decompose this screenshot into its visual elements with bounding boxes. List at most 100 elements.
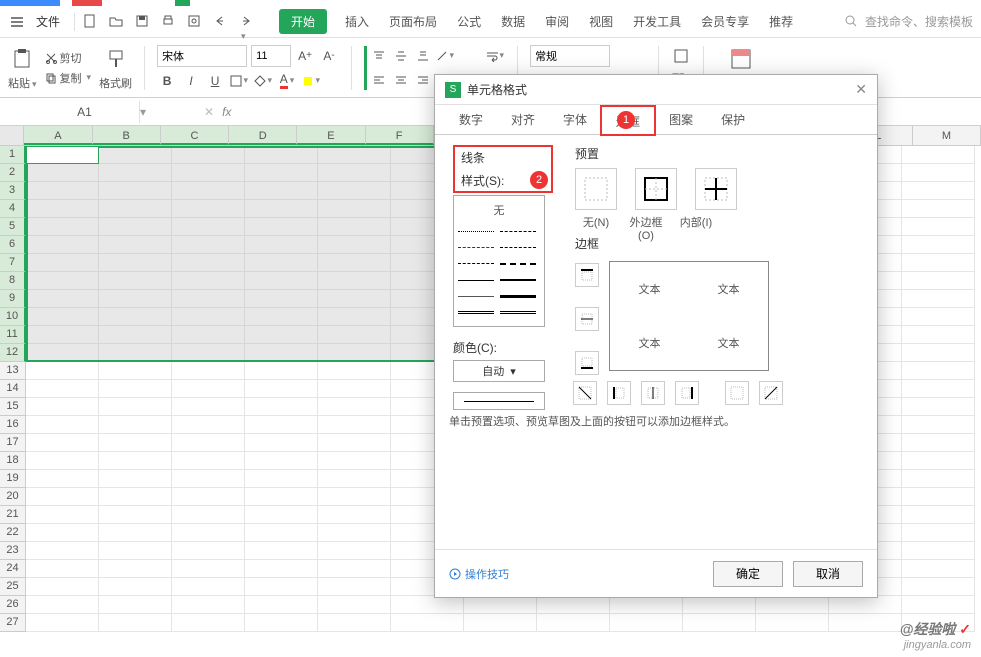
cell[interactable] [245,254,318,272]
cell[interactable] [172,344,245,362]
cell[interactable] [172,146,245,164]
cell[interactable] [99,524,172,542]
cell[interactable] [99,344,172,362]
border-vmid-button[interactable] [641,381,665,405]
border-none2-button[interactable] [725,381,749,405]
style-thick[interactable] [500,291,536,301]
border-diag-up-button[interactable] [759,381,783,405]
cell[interactable] [172,236,245,254]
cell[interactable] [172,164,245,182]
style-medium[interactable] [500,275,536,285]
cell[interactable] [172,254,245,272]
row-header[interactable]: 25 [0,578,26,596]
row-header[interactable]: 19 [0,470,26,488]
dlg-tab-align[interactable]: 对齐 [497,105,549,134]
bold-button[interactable]: B [157,71,177,91]
col-header[interactable]: C [161,126,229,145]
row-header[interactable]: 4 [0,200,26,218]
cell[interactable] [245,308,318,326]
col-header[interactable]: E [297,126,365,145]
cell[interactable] [610,614,683,632]
style-dash-dot[interactable] [500,226,536,236]
align-bottom-icon[interactable] [413,46,433,66]
cell[interactable] [610,596,683,614]
cell[interactable] [902,164,975,182]
cell[interactable] [245,218,318,236]
cell[interactable] [245,416,318,434]
row-header[interactable]: 26 [0,596,26,614]
cell[interactable] [902,470,975,488]
cell[interactable] [318,272,391,290]
row-header[interactable]: 20 [0,488,26,506]
cell[interactable] [318,362,391,380]
cell[interactable] [99,560,172,578]
cancel-button[interactable]: 取消 [793,561,863,587]
cell[interactable] [318,542,391,560]
cell[interactable] [245,506,318,524]
cell[interactable] [26,614,99,632]
cell[interactable] [99,380,172,398]
cell[interactable] [172,362,245,380]
name-box[interactable]: A1 [30,101,140,123]
cell[interactable] [172,218,245,236]
cell[interactable] [99,326,172,344]
row-header[interactable]: 7 [0,254,26,272]
row-header[interactable]: 5 [0,218,26,236]
cell[interactable] [26,506,99,524]
cell[interactable] [26,236,99,254]
increase-font-icon[interactable]: A+ [295,46,315,66]
row-header[interactable]: 18 [0,452,26,470]
col-header[interactable]: B [93,126,161,145]
cell[interactable] [245,362,318,380]
cell[interactable] [99,146,172,164]
style-dashed[interactable] [458,243,494,253]
tab-page-layout[interactable]: 页面布局 [387,9,439,34]
border-bottom-button[interactable] [575,351,599,375]
cell[interactable] [172,488,245,506]
cell[interactable] [318,308,391,326]
cell[interactable] [99,452,172,470]
font-size-select[interactable] [251,45,291,67]
style-long-dash[interactable] [458,259,494,269]
border-hmid-button[interactable] [575,307,599,331]
cell[interactable] [902,560,975,578]
align-middle-icon[interactable] [391,46,411,66]
col-header[interactable]: F [366,126,434,145]
row-header[interactable]: 11 [0,326,26,344]
color-select[interactable]: 自动▾ [453,360,545,382]
row-header[interactable]: 22 [0,524,26,542]
preset-none-button[interactable] [575,168,617,210]
cell[interactable] [99,236,172,254]
highlight-button[interactable] [301,71,321,91]
row-header[interactable]: 3 [0,182,26,200]
close-icon[interactable]: ✕ [855,81,867,98]
italic-button[interactable]: I [181,71,201,91]
border-preview[interactable]: 文本 文本 文本 文本 [609,261,769,371]
cell[interactable] [464,596,537,614]
new-icon[interactable] [83,14,99,30]
cell[interactable] [26,434,99,452]
tab-member[interactable]: 会员专享 [699,9,751,34]
cell[interactable] [318,524,391,542]
cell[interactable] [172,560,245,578]
border-diag-down-button[interactable] [573,381,597,405]
cell[interactable] [902,398,975,416]
cell[interactable] [318,578,391,596]
copy-button[interactable]: 复制 [45,70,92,86]
cell[interactable] [391,596,464,614]
cell[interactable] [245,290,318,308]
cell[interactable] [172,578,245,596]
font-name-select[interactable] [157,45,247,67]
cell[interactable] [99,416,172,434]
wrap-text-icon[interactable] [485,46,505,66]
cell[interactable] [172,326,245,344]
cell[interactable] [26,560,99,578]
cell[interactable] [26,200,99,218]
row-header[interactable]: 9 [0,290,26,308]
cell[interactable] [172,506,245,524]
cell[interactable] [318,254,391,272]
cell[interactable] [902,290,975,308]
cell[interactable] [172,380,245,398]
cell[interactable] [26,308,99,326]
cell[interactable] [829,596,902,614]
